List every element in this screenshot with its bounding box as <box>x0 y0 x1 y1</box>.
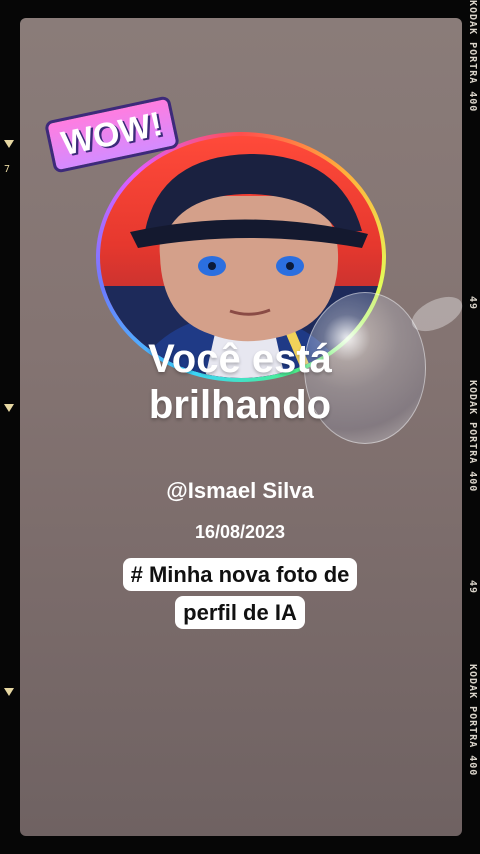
film-marker-icon <box>4 140 14 148</box>
date: 16/08/2023 <box>194 522 286 542</box>
film-marker-icon <box>4 404 14 412</box>
username: @Ismael Silva <box>166 478 314 503</box>
hashtag-caption: # Minha nova foto de perfil de IA <box>97 556 383 632</box>
film-frame-number-2: 49 <box>467 580 478 595</box>
film-frame-number-1: 49 <box>467 296 478 311</box>
headline: Você está brilhando <box>148 337 332 427</box>
hashtag-caption-text: # Minha nova foto de perfil de IA <box>122 558 358 629</box>
film-side-number: 7 <box>4 164 11 175</box>
film-edge-label-top: KODAK PORTRA 400 <box>467 0 478 113</box>
film-edge-label-bottom: KODAK PORTRA 400 <box>467 664 478 777</box>
film-edge-label-middle: KODAK PORTRA 400 <box>467 380 478 493</box>
film-marker-icon <box>4 688 14 696</box>
